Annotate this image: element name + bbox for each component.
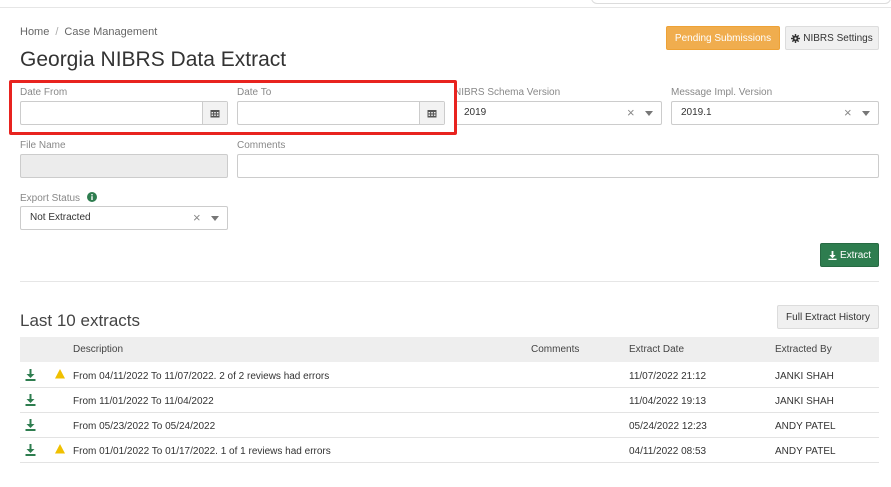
file-name-label: File Name — [20, 140, 66, 151]
row-extract-date: 05/24/2022 12:23 — [629, 421, 707, 432]
comments-label: Comments — [237, 140, 286, 151]
row-description: From 11/01/2022 To 11/04/2022 — [73, 396, 214, 407]
message-impl-version-value: 2019.1 — [681, 107, 712, 118]
export-status-select[interactable]: Not Extracted × — [20, 206, 228, 230]
message-impl-version-label: Message Impl. Version — [671, 87, 773, 98]
breadcrumb-current[interactable]: Case Management — [64, 26, 157, 38]
download-icon[interactable] — [25, 369, 36, 381]
download-icon — [828, 250, 837, 260]
row-description: From 01/01/2022 To 01/17/2022. 1 of 1 re… — [73, 446, 331, 457]
table-row[interactable]: From 04/11/2022 To 11/07/2022. 2 of 2 re… — [20, 363, 879, 388]
download-icon[interactable] — [25, 419, 36, 431]
pending-submissions-label: Pending Submissions — [674, 32, 772, 44]
export-status-value: Not Extracted — [30, 212, 91, 223]
export-status-clear-icon[interactable]: × — [193, 210, 201, 225]
row-description: From 05/23/2022 To 05/24/2022 — [73, 421, 216, 432]
schema-version-select[interactable]: 2019 × — [454, 101, 662, 125]
breadcrumb: Home / Case Management — [20, 26, 157, 38]
extracts-table-header: Description Comments Extract Date Extrac… — [20, 337, 879, 362]
chevron-down-icon[interactable] — [862, 111, 870, 116]
message-impl-version-clear-icon[interactable]: × — [844, 105, 852, 120]
table-row[interactable]: From 11/01/2022 To 11/04/2022 11/04/2022 … — [20, 388, 879, 413]
schema-version-value: 2019 — [464, 107, 487, 118]
column-extract-date: Extract Date — [629, 344, 685, 355]
download-icon[interactable] — [25, 394, 36, 406]
file-name-field — [20, 154, 228, 178]
column-description: Description — [73, 344, 124, 355]
comments-field[interactable] — [237, 154, 879, 178]
row-extract-date: 11/04/2022 19:13 — [629, 396, 707, 407]
row-extracted-by: ANDY PATEL — [775, 446, 836, 457]
gear-icon — [791, 33, 801, 43]
top-bar — [0, 0, 891, 8]
row-description: From 04/11/2022 To 11/07/2022. 2 of 2 re… — [73, 371, 330, 382]
extracts-title: Last 10 extracts — [20, 311, 141, 330]
breadcrumb-separator: / — [55, 26, 59, 38]
download-icon[interactable] — [25, 444, 36, 456]
schema-version-clear-icon[interactable]: × — [627, 105, 635, 120]
highlight-box — [9, 80, 457, 135]
message-impl-version-select[interactable]: 2019.1 × — [671, 101, 879, 125]
row-extract-date: 11/07/2022 21:12 — [629, 371, 707, 382]
row-extracted-by: JANKI SHAH — [775, 371, 834, 382]
row-extract-date: 04/11/2022 08:53 — [629, 446, 707, 457]
row-extracted-by: JANKI SHAH — [775, 396, 834, 407]
table-row[interactable]: From 01/01/2022 To 01/17/2022. 1 of 1 re… — [20, 438, 879, 463]
extract-button[interactable]: Extract — [820, 243, 879, 267]
info-icon[interactable] — [86, 192, 97, 202]
pending-submissions-button[interactable]: Pending Submissions — [666, 26, 780, 50]
breadcrumb-home[interactable]: Home — [20, 26, 49, 38]
warning-icon — [55, 444, 65, 454]
export-status-label: Export Status — [20, 192, 97, 204]
column-extracted-by: Extracted By — [775, 344, 832, 355]
schema-version-label: NIBRS Schema Version — [454, 87, 561, 98]
extract-button-label: Extract — [839, 249, 872, 261]
full-extract-history-label: Full Extract History — [786, 311, 870, 323]
page-title: Georgia NIBRS Data Extract — [20, 48, 287, 71]
top-search-field[interactable] — [591, 0, 891, 4]
export-status-label-text: Export Status — [20, 193, 81, 204]
full-extract-history-button[interactable]: Full Extract History — [777, 305, 879, 329]
nibrs-settings-label: NIBRS Settings — [803, 32, 873, 44]
column-comments: Comments — [531, 344, 580, 355]
nibrs-settings-button[interactable]: NIBRS Settings — [785, 26, 879, 50]
section-divider — [20, 281, 879, 282]
chevron-down-icon[interactable] — [645, 111, 653, 116]
warning-icon — [55, 369, 65, 379]
row-extracted-by: ANDY PATEL — [775, 421, 836, 432]
table-row[interactable]: From 05/23/2022 To 05/24/2022 05/24/2022 … — [20, 413, 879, 438]
chevron-down-icon[interactable] — [211, 216, 219, 221]
